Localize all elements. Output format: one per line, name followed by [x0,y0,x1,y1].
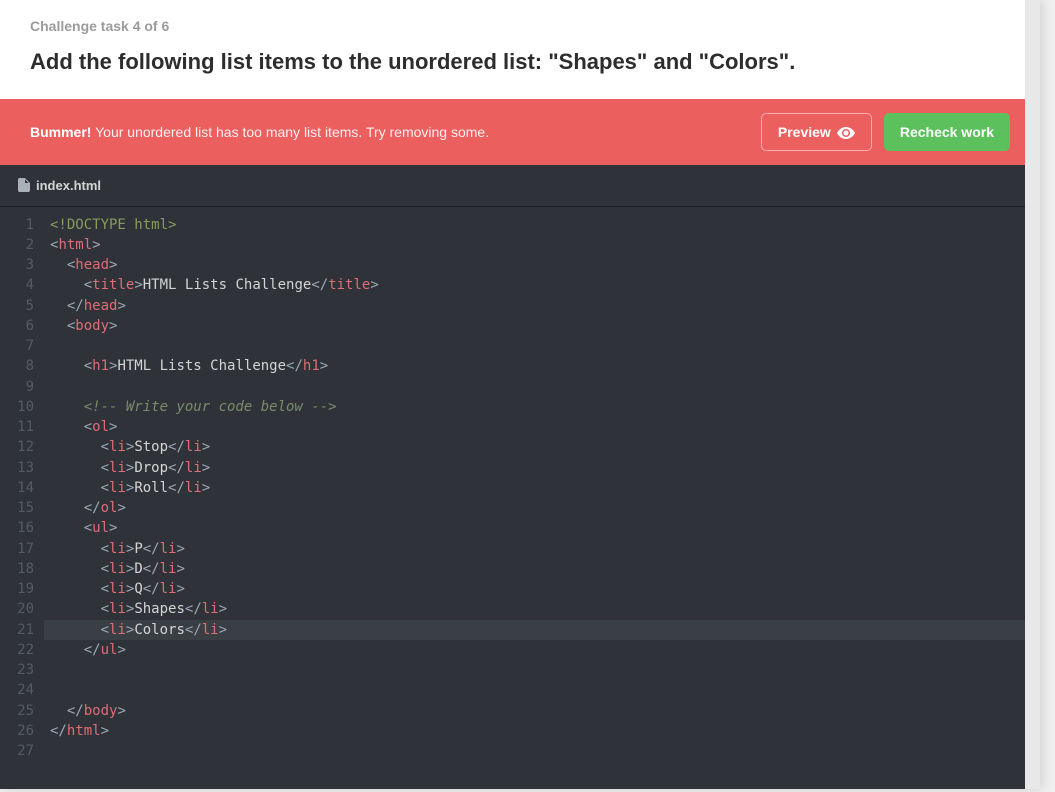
line-number: 1 [16,215,34,235]
alert-message: Bummer! Your unordered list has too many… [30,124,489,140]
code-line[interactable]: </ol> [44,498,1040,518]
line-number: 16 [16,518,34,538]
code-line[interactable]: <li>Roll</li> [44,478,1040,498]
alert-actions: Preview Recheck work [761,113,1010,151]
editor-code-area[interactable]: <!DOCTYPE html><html> <head> <title>HTML… [44,207,1040,770]
line-number: 17 [16,539,34,559]
line-number: 21 [16,620,34,640]
code-line[interactable]: </body> [44,701,1040,721]
eye-icon [837,126,855,138]
line-number: 10 [16,397,34,417]
code-line[interactable]: <ol> [44,417,1040,437]
alert-bar: Bummer! Your unordered list has too many… [0,99,1040,165]
code-line[interactable]: <li>Q</li> [44,579,1040,599]
tab-filename: index.html [36,178,101,193]
code-line[interactable]: <html> [44,235,1040,255]
challenge-header: Challenge task 4 of 6 Add the following … [0,0,1040,99]
code-line[interactable] [44,377,1040,397]
code-line[interactable]: <head> [44,255,1040,275]
line-number: 23 [16,660,34,680]
line-number: 5 [16,296,34,316]
vertical-scrollbar[interactable] [1025,0,1040,789]
line-number: 9 [16,377,34,397]
alert-text: Your unordered list has too many list it… [95,124,489,140]
line-number: 12 [16,437,34,457]
editor-tab-bar: index.html [0,165,1040,207]
preview-button-label: Preview [778,124,831,140]
line-number: 4 [16,275,34,295]
task-progress-label: Challenge task 4 of 6 [30,18,1010,34]
code-line[interactable] [44,680,1040,700]
code-line[interactable]: <ul> [44,518,1040,538]
alert-strong: Bummer! [30,124,91,140]
line-number: 3 [16,255,34,275]
tab-index-html[interactable]: index.html [0,165,119,206]
code-line[interactable]: <li>Drop</li> [44,458,1040,478]
line-number: 24 [16,680,34,700]
line-number: 15 [16,498,34,518]
task-instruction: Add the following list items to the unor… [30,48,1010,77]
line-number: 18 [16,559,34,579]
line-number: 19 [16,579,34,599]
code-line[interactable]: <li>D</li> [44,559,1040,579]
code-line[interactable] [44,336,1040,356]
code-line[interactable] [44,660,1040,680]
recheck-work-button[interactable]: Recheck work [884,113,1010,151]
line-number: 11 [16,417,34,437]
line-number: 25 [16,701,34,721]
line-number: 7 [16,336,34,356]
file-icon [18,178,30,192]
code-line[interactable]: <li>Stop</li> [44,437,1040,457]
code-line[interactable]: <!DOCTYPE html> [44,215,1040,235]
code-line[interactable]: <li>Shapes</li> [44,599,1040,619]
editor-gutter: 1234567891011121314151617181920212223242… [0,207,44,770]
code-line[interactable]: <h1>HTML Lists Challenge</h1> [44,356,1040,376]
code-line[interactable]: </head> [44,296,1040,316]
line-number: 13 [16,458,34,478]
code-line[interactable] [44,741,1040,761]
code-line[interactable]: <title>HTML Lists Challenge</title> [44,275,1040,295]
code-line[interactable]: </ul> [44,640,1040,660]
code-line[interactable]: <body> [44,316,1040,336]
line-number: 8 [16,356,34,376]
line-number: 22 [16,640,34,660]
line-number: 14 [16,478,34,498]
code-line[interactable]: <li>Colors</li> [44,620,1040,640]
line-number: 27 [16,741,34,761]
line-number: 2 [16,235,34,255]
line-number: 20 [16,599,34,619]
line-number: 26 [16,721,34,741]
code-editor[interactable]: 1234567891011121314151617181920212223242… [0,207,1040,790]
code-line[interactable]: <!-- Write your code below --> [44,397,1040,417]
code-line[interactable]: <li>P</li> [44,539,1040,559]
code-line[interactable]: </html> [44,721,1040,741]
recheck-button-label: Recheck work [900,124,994,140]
line-number: 6 [16,316,34,336]
preview-button[interactable]: Preview [761,113,872,151]
